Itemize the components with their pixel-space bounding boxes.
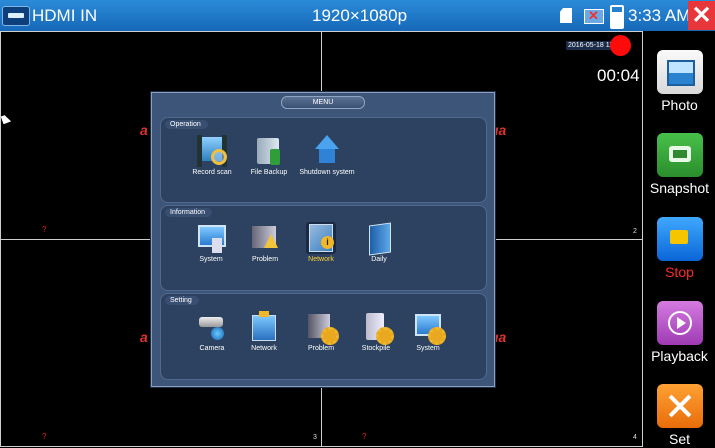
- playback-label: Playback: [651, 348, 708, 364]
- stop-label: Stop: [665, 264, 694, 280]
- section-label: Setting: [165, 296, 199, 305]
- tools-icon: [656, 384, 703, 428]
- snapshot-label: Snapshot: [649, 180, 710, 196]
- system-gear-icon: [413, 311, 446, 345]
- stop-button[interactable]: Stop: [644, 217, 715, 280]
- camera-snapshot-icon: [656, 133, 703, 177]
- top-bar: HDMI IN 1920×1080p 3:33 AM ✕: [0, 0, 715, 31]
- menu-item-label: System: [416, 345, 440, 352]
- close-icon: ✕: [691, 2, 712, 29]
- record-stop-icon: [656, 217, 703, 261]
- menu-item-info-problem[interactable]: Problem: [233, 222, 297, 263]
- menu-title: MENU: [281, 96, 365, 109]
- camera-icon: [197, 311, 227, 343]
- photo-icon: [656, 50, 703, 94]
- set-button[interactable]: Set: [644, 384, 715, 447]
- menu-item-file-backup[interactable]: File Backup: [237, 135, 301, 176]
- photo-label: Photo: [661, 97, 698, 113]
- channel-marker: ?: [362, 432, 367, 441]
- menu-item-label: Network: [251, 345, 277, 352]
- network-disconnected-icon: [584, 8, 604, 24]
- menu-item-label: File Backup: [250, 169, 288, 176]
- section-operation: Operation Record scan File Backup Shutdo…: [160, 117, 487, 203]
- menu-item-info-network[interactable]: Network: [289, 222, 353, 263]
- network-config-icon: [249, 311, 279, 343]
- right-sidebar: Photo Snapshot Stop Playback Set: [644, 31, 715, 448]
- channel-number: 2: [633, 228, 637, 235]
- channel-number: 4: [633, 434, 637, 441]
- house-shutdown-icon: [312, 135, 342, 167]
- set-label: Set: [668, 431, 690, 447]
- resolution-label: 1920×1080p: [312, 6, 408, 25]
- network-info-icon: [306, 222, 336, 254]
- playback-icon: [656, 301, 703, 345]
- channel-logo-fragment: a: [140, 122, 148, 138]
- record-indicator-icon: [610, 35, 631, 56]
- menu-item-label: Shutdown system: [299, 169, 355, 176]
- hdmi-icon: [2, 6, 30, 26]
- menu-item-shutdown[interactable]: Shutdown system: [295, 135, 359, 176]
- sd-card-icon: [560, 8, 572, 23]
- section-setting: Setting Camera Network Problem Stockpile…: [160, 293, 487, 380]
- section-label: Information: [165, 208, 213, 217]
- clock: 3:33 AM: [628, 6, 691, 25]
- record-timer: 00:04: [597, 66, 640, 85]
- warning-icon: [250, 222, 280, 254]
- menu-dialog: MENU Operation Record scan File Backup S…: [151, 92, 495, 387]
- file-backup-icon: [254, 135, 284, 167]
- menu-item-record-scan[interactable]: Record scan: [180, 135, 244, 176]
- menu-item-system-setting[interactable]: System: [396, 311, 460, 352]
- date-stamp: 2016-05-18 11: [566, 41, 616, 50]
- problem-gear-icon: [306, 311, 339, 345]
- section-label: Operation: [165, 120, 208, 129]
- book-icon: [364, 222, 394, 254]
- monitor-icon: [196, 222, 226, 254]
- channel-marker: ?: [42, 432, 47, 441]
- menu-item-label: Network: [308, 256, 334, 263]
- menu-item-network-setting[interactable]: Network: [232, 311, 296, 352]
- close-button[interactable]: ✕: [688, 1, 715, 30]
- storage-gear-icon: [361, 311, 394, 345]
- menu-item-info-daily[interactable]: Daily: [347, 222, 411, 263]
- menu-item-label: Problem: [251, 256, 279, 263]
- channel-number: 3: [313, 434, 317, 441]
- battery-icon: [610, 5, 624, 29]
- section-information: Information System Problem Network Daily: [160, 205, 487, 291]
- channel-marker: ?: [42, 225, 47, 234]
- channel-logo-fragment: a: [140, 329, 148, 345]
- menu-item-label: Record scan: [192, 169, 232, 176]
- app-title: HDMI IN: [32, 6, 98, 25]
- snapshot-button[interactable]: Snapshot: [644, 133, 715, 196]
- menu-item-label: Daily: [371, 256, 387, 263]
- film-search-icon: [197, 135, 227, 167]
- photo-button[interactable]: Photo: [644, 50, 715, 113]
- playback-button[interactable]: Playback: [644, 301, 715, 364]
